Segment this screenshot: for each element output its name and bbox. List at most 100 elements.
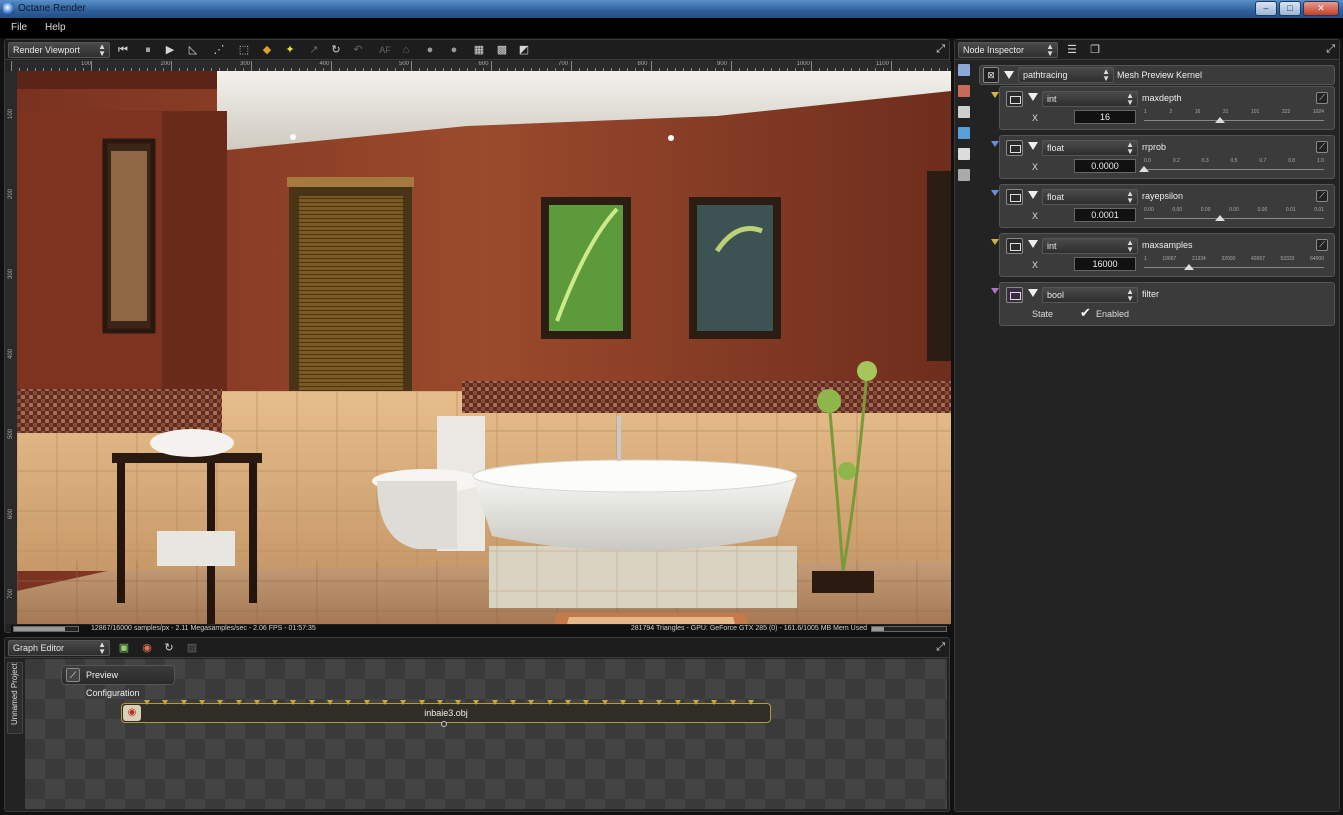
cursor-icon[interactable]: ⬚ bbox=[237, 43, 251, 57]
mesh-node-input-pin[interactable] bbox=[638, 700, 645, 705]
mesh-node-input-pin[interactable] bbox=[729, 700, 736, 705]
slider-thumb[interactable] bbox=[1214, 215, 1225, 221]
region-icon[interactable]: ⋰ bbox=[212, 43, 226, 57]
param-collapse-icon[interactable] bbox=[1028, 240, 1038, 248]
param-value-input[interactable]: 16000 bbox=[1074, 257, 1136, 271]
refresh-icon[interactable]: ↻ bbox=[329, 43, 343, 57]
param-value-input[interactable]: 0.0000 bbox=[1074, 159, 1136, 173]
mesh-node-input-pin[interactable] bbox=[217, 700, 224, 705]
collapse-icon[interactable]: ☰ bbox=[1065, 43, 1079, 57]
enabled-checkbox[interactable]: ✔ bbox=[1080, 305, 1091, 321]
af-icon[interactable]: ↗ bbox=[307, 43, 321, 57]
mesh-node-input-pin[interactable] bbox=[272, 700, 279, 705]
mesh-node-input-pin[interactable] bbox=[381, 700, 388, 705]
mesh-node-input-pin[interactable] bbox=[564, 700, 571, 705]
mesh-node-input-pin[interactable] bbox=[363, 700, 370, 705]
graph-editor-selector[interactable]: Graph Editor ▲ ▼ bbox=[8, 640, 110, 656]
mesh-node-input-pin[interactable] bbox=[345, 700, 352, 705]
param-slider[interactable]: 0.0 0.2 0.3 0.5 0.7 0.8 1.0 bbox=[1139, 158, 1324, 174]
slider-thumb[interactable] bbox=[1139, 166, 1149, 172]
mesh-node-input-pin[interactable] bbox=[619, 700, 626, 705]
checker-alt-icon[interactable]: ◩ bbox=[517, 43, 531, 57]
mesh-node-input-pin[interactable] bbox=[674, 700, 681, 705]
slider-thumb[interactable] bbox=[1214, 117, 1225, 123]
expand-icon[interactable]: ❐ bbox=[1088, 43, 1102, 57]
mesh-node-input-pin[interactable] bbox=[400, 700, 407, 705]
mesh-node-input-pin[interactable] bbox=[144, 700, 150, 705]
settings-icon[interactable] bbox=[958, 106, 970, 118]
mesh-node-input-pin[interactable] bbox=[235, 700, 242, 705]
filter-type-select[interactable]: bool ▲ ▼ bbox=[1042, 287, 1138, 303]
undo-icon[interactable]: ↶ bbox=[351, 43, 365, 57]
param-type-select[interactable]: float ▲ ▼ bbox=[1042, 189, 1138, 205]
mesh-node-input-pin[interactable] bbox=[510, 700, 516, 705]
mesh-node-input-pin[interactable] bbox=[491, 700, 498, 705]
maximize-button[interactable]: □ bbox=[1279, 1, 1301, 16]
color-pick-icon[interactable]: ◆ bbox=[260, 43, 274, 57]
param-slider[interactable]: 1 10667 21334 32000 42667 53333 64000 bbox=[1144, 256, 1324, 272]
load-mesh-icon[interactable]: ◉ bbox=[140, 641, 154, 655]
param-slider[interactable]: 0.00 0.00 0.00 0.00 0.00 0.01 0.01 bbox=[1144, 207, 1324, 223]
mesh-node-input-pin[interactable] bbox=[253, 700, 260, 705]
focus-picker-icon[interactable]: ◺ bbox=[186, 43, 200, 57]
param-type-select[interactable]: float ▲ ▼ bbox=[1042, 140, 1138, 156]
mesh-node-input-pin[interactable] bbox=[327, 700, 333, 705]
kernel-type-select[interactable]: pathtracing ▲ ▼ bbox=[1018, 67, 1114, 83]
inspector-selector[interactable]: Node Inspector ▲ ▼ bbox=[958, 42, 1058, 58]
curve-toggle-icon[interactable]: ⟋ bbox=[1316, 92, 1328, 104]
mesh-node-input-pin[interactable] bbox=[693, 700, 699, 705]
menu-help[interactable]: Help bbox=[45, 22, 66, 33]
curve-toggle-icon[interactable]: ⟋ bbox=[1316, 239, 1328, 251]
param-value-input[interactable]: 0.0001 bbox=[1074, 208, 1136, 222]
kernel-collapse-icon[interactable] bbox=[1004, 71, 1014, 79]
mesh-node-input-pin[interactable] bbox=[436, 700, 443, 705]
close-button[interactable]: ✕ bbox=[1303, 1, 1339, 16]
minimize-button[interactable]: – bbox=[1255, 1, 1277, 16]
param-collapse-icon[interactable] bbox=[1028, 142, 1038, 150]
slider-thumb[interactable] bbox=[1184, 264, 1194, 270]
af-text-icon[interactable]: AF bbox=[376, 43, 394, 57]
param-value-input[interactable]: 16 bbox=[1074, 110, 1136, 124]
scene-icon[interactable] bbox=[958, 64, 970, 76]
param-collapse-icon[interactable] bbox=[1028, 93, 1038, 101]
preview-configuration-button[interactable]: ⟋ Preview Configuration bbox=[61, 665, 175, 698]
mesh-node[interactable]: ◉ inbaie3.obj bbox=[121, 700, 771, 727]
project-tab[interactable]: Unnamed Project bbox=[7, 662, 23, 734]
mesh-node-input-pin[interactable] bbox=[711, 700, 718, 705]
mesh-node-input-pin[interactable] bbox=[473, 700, 480, 705]
mesh-node-input-pin[interactable] bbox=[546, 700, 553, 705]
mesh-node-input-pin[interactable] bbox=[656, 700, 663, 705]
kernel-icon[interactable] bbox=[958, 169, 970, 181]
material-pick-icon[interactable]: ✦ bbox=[283, 43, 297, 57]
sphere-alt-icon[interactable]: ● bbox=[447, 43, 461, 57]
lock-icon[interactable]: ⌂ bbox=[399, 43, 413, 57]
mesh-node-input-pin[interactable] bbox=[583, 700, 590, 705]
mesh-node-input-pin[interactable] bbox=[418, 700, 425, 705]
mesh-node-input-pin[interactable] bbox=[528, 700, 535, 705]
maximize-viewport-icon[interactable]: ⤢ bbox=[936, 43, 945, 56]
rewind-icon[interactable]: ⏮ bbox=[116, 43, 130, 57]
checker-icon[interactable]: ▩ bbox=[495, 43, 509, 57]
param-collapse-icon[interactable] bbox=[1028, 191, 1038, 199]
mesh-node-output-pin[interactable] bbox=[441, 721, 447, 727]
param-type-select[interactable]: int ▲ ▼ bbox=[1042, 238, 1138, 254]
param-type-select[interactable]: int ▲ ▼ bbox=[1042, 91, 1138, 107]
mesh-node-input-pin[interactable] bbox=[747, 700, 754, 705]
sphere-icon[interactable]: ● bbox=[423, 43, 437, 57]
refresh-graph-icon[interactable]: ↻ bbox=[162, 641, 176, 655]
save-graph-icon[interactable]: ▣ bbox=[117, 641, 131, 655]
image-icon[interactable] bbox=[958, 148, 970, 160]
curve-toggle-icon[interactable]: ⟋ bbox=[1316, 141, 1328, 153]
mesh-icon[interactable] bbox=[958, 85, 970, 97]
pause-icon[interactable]: ⏸ bbox=[141, 43, 155, 57]
graph-canvas[interactable]: ⟋ Preview Configuration ◉ inbaie3.obj bbox=[25, 659, 947, 809]
filter-collapse-icon[interactable] bbox=[1028, 289, 1038, 297]
curve-toggle-icon[interactable]: ⟋ bbox=[1316, 190, 1328, 202]
maximize-graph-icon[interactable]: ⤢ bbox=[936, 641, 945, 654]
mesh-node-input-pin[interactable] bbox=[601, 700, 608, 705]
mesh-node-input-pin[interactable] bbox=[308, 700, 315, 705]
menu-file[interactable]: File bbox=[11, 22, 27, 33]
mesh-node-input-pin[interactable] bbox=[162, 700, 169, 705]
viewport-selector[interactable]: Render Viewport ▲ ▼ bbox=[8, 42, 110, 58]
clear-graph-icon[interactable]: ▨ bbox=[185, 641, 199, 655]
